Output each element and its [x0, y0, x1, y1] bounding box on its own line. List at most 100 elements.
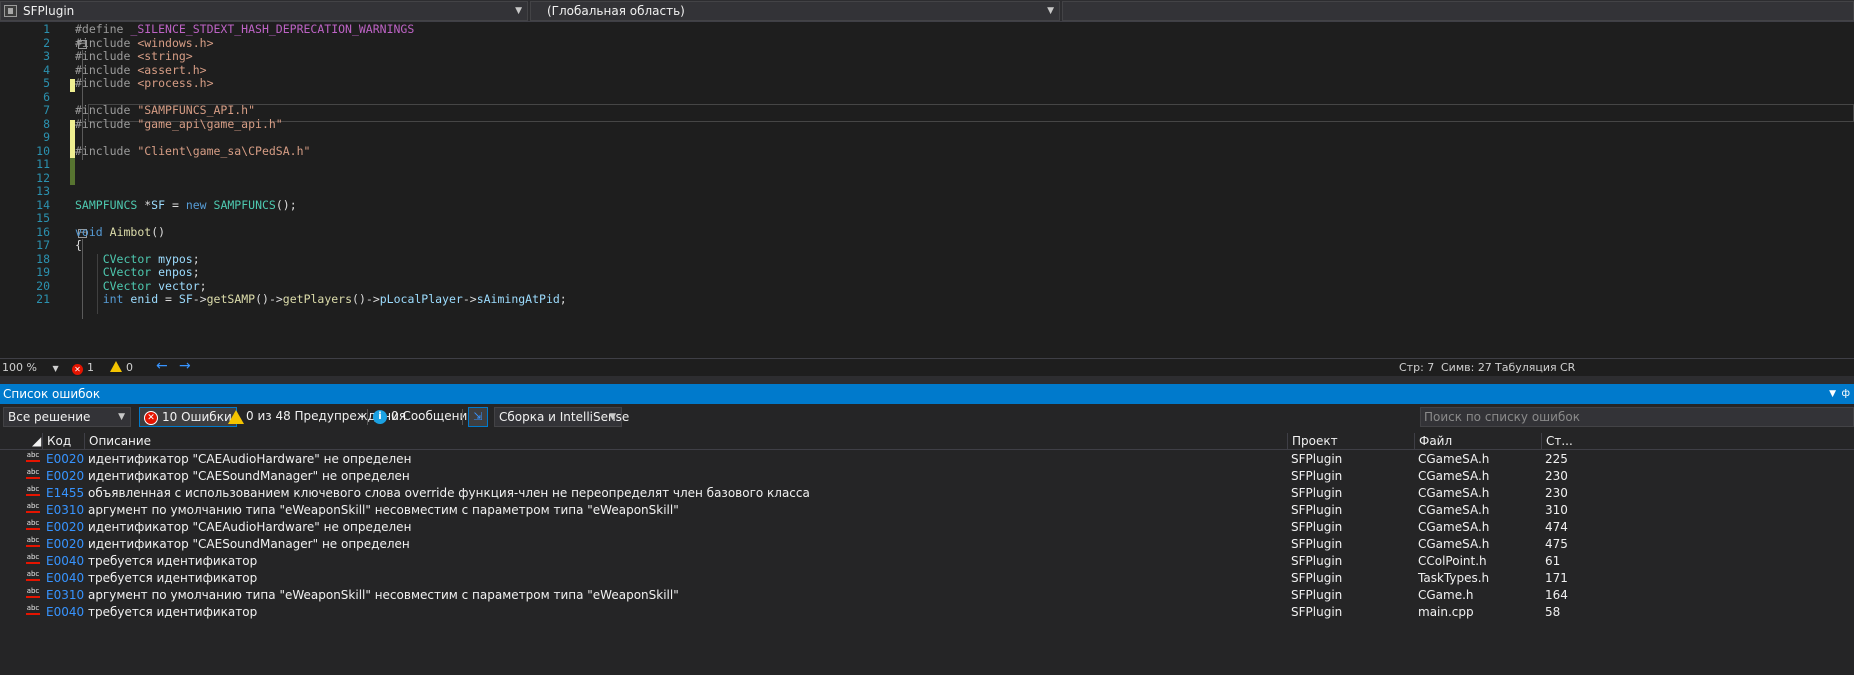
error-project: SFPlugin — [1291, 605, 1343, 619]
table-row[interactable]: abc E0040 требуется идентификатор SFPlugin m… — [0, 604, 1854, 621]
code-line[interactable]: SAMPFUNCS *SF = new SAMPFUNCS(); — [75, 197, 297, 213]
code-line[interactable]: int enid = SF->getSAMP()->getPlayers()->… — [75, 291, 567, 307]
error-code-link[interactable]: E0020 — [42, 468, 84, 485]
error-list-table: ◢ Код Описание Проект Файл Ст... abc E002… — [0, 430, 1854, 675]
scope-filter-dropdown[interactable]: Все решение ▼ — [3, 407, 131, 427]
error-line: 230 — [1545, 469, 1568, 483]
scope-dropdown[interactable]: (Глобальная область) ▼ — [530, 1, 1060, 21]
error-line: 475 — [1545, 537, 1568, 551]
table-row[interactable]: abc E1455 объявленная с использованием клю… — [0, 485, 1854, 502]
errors-filter-button[interactable]: ✕ 10 Ошибки — [139, 407, 237, 427]
navigate-forward-icon[interactable]: → — [179, 358, 191, 375]
error-code-link[interactable]: E0020 — [42, 451, 84, 468]
error-line: 310 — [1545, 503, 1568, 517]
error-line: 164 — [1545, 588, 1568, 602]
table-row[interactable]: abc E0310 аргумент по умолчанию типа "eWea… — [0, 502, 1854, 519]
error-file: CColPoint.h — [1418, 554, 1487, 568]
pin-icon[interactable]: ф — [1841, 384, 1850, 404]
warning-icon — [228, 410, 244, 424]
member-dropdown[interactable] — [1062, 1, 1854, 21]
column-header-line[interactable]: Ст... — [1541, 433, 1854, 450]
cursor-column: Симв: 27 — [1441, 361, 1492, 374]
error-description: идентификатор "CAEAudioHardware" не опре… — [88, 452, 412, 466]
current-line-highlight — [88, 104, 1854, 122]
table-row[interactable]: abc E0020 идентификатор "CAEAudioHardware"… — [0, 451, 1854, 468]
error-code-link[interactable]: E0310 — [42, 587, 84, 604]
error-description: требуется идентификатор — [88, 571, 258, 585]
chevron-down-icon[interactable]: ▼ — [1829, 384, 1836, 404]
table-row[interactable]: abc E0020 идентификатор "CAESoundManager" … — [0, 536, 1854, 553]
error-code-link[interactable]: E1455 — [42, 485, 84, 502]
error-project: SFPlugin — [1291, 537, 1343, 551]
error-file: CGame.h — [1418, 588, 1474, 602]
error-project: SFPlugin — [1291, 520, 1343, 534]
line-ending[interactable]: CR — [1560, 359, 1575, 376]
column-header-project[interactable]: Проект — [1287, 433, 1414, 450]
project-name: SFPlugin — [23, 4, 75, 18]
code-line[interactable]: void Aimbot() — [75, 224, 165, 240]
error-list-toolbar: Все решение ▼ ✕ 10 Ошибки 0 из 48 Предуп… — [0, 404, 1854, 430]
info-icon: i — [373, 410, 387, 424]
intellisense-error-icon: abc — [26, 468, 40, 479]
error-project: SFPlugin — [1291, 571, 1343, 585]
navigate-back-icon[interactable]: ← — [156, 358, 168, 375]
toolbar-separator — [367, 409, 368, 425]
warning-count[interactable]: 0 — [110, 359, 133, 376]
navigation-bar: SFPlugin ▼ (Глобальная область) ▼ — [0, 0, 1854, 22]
error-code-link[interactable]: E0020 — [42, 536, 84, 553]
error-code-link[interactable]: E0040 — [42, 570, 84, 587]
zoom-level[interactable]: 100 % ▼ — [2, 359, 59, 377]
code-line[interactable]: #include "Client\game_sa\CPedSA.h" — [75, 143, 310, 159]
table-row[interactable]: abc E0040 требуется идентификатор SFPlugin T… — [0, 570, 1854, 587]
error-list-search-input[interactable]: Поиск по списку ошибок — [1420, 407, 1854, 427]
error-code-link[interactable]: E0040 — [42, 553, 84, 570]
sort-corner-icon[interactable]: ◢ — [28, 433, 42, 450]
line-number: 21 — [36, 292, 50, 306]
intellisense-error-icon: abc — [26, 604, 40, 615]
error-line: 61 — [1545, 554, 1561, 568]
table-row[interactable]: abc E0020 идентификатор "CAEAudioHardware"… — [0, 519, 1854, 536]
panel-splitter[interactable] — [0, 376, 1854, 384]
intellisense-error-icon: abc — [26, 587, 40, 598]
error-file: CGameSA.h — [1418, 452, 1490, 466]
code-line[interactable]: #include "game_api\game_api.h" — [75, 116, 283, 132]
build-filter-dropdown[interactable]: Сборка и IntelliSense ▼ — [494, 407, 629, 427]
error-file: CGameSA.h — [1418, 537, 1490, 551]
column-header-file[interactable]: Файл — [1414, 433, 1541, 450]
filter-icon[interactable]: ⇲ — [468, 407, 488, 427]
code-editor[interactable]: − −1 #define _SILENCE_STDEXT_HASH_DEPRECAT… — [0, 22, 1854, 358]
chevron-down-icon: ▼ — [515, 6, 522, 16]
error-description: идентификатор "CAESoundManager" не опред… — [88, 469, 410, 483]
project-dropdown[interactable]: SFPlugin ▼ — [0, 1, 528, 21]
intellisense-error-icon: abc — [26, 570, 40, 581]
toolbar-separator — [462, 409, 463, 425]
error-file: main.cpp — [1418, 605, 1474, 619]
error-description: аргумент по умолчанию типа "eWeaponSkill… — [88, 503, 679, 517]
column-header-code[interactable]: Код — [42, 433, 84, 450]
error-line: 225 — [1545, 452, 1568, 466]
error-description: требуется идентификатор — [88, 554, 258, 568]
table-row[interactable]: abc E0310 аргумент по умолчанию типа "eWea… — [0, 587, 1854, 604]
error-file: CGameSA.h — [1418, 520, 1490, 534]
error-line: 474 — [1545, 520, 1568, 534]
code-line[interactable]: #include <process.h> — [75, 75, 214, 91]
intellisense-error-icon: abc — [26, 519, 40, 530]
intellisense-error-icon: abc — [26, 451, 40, 462]
error-code-link[interactable]: E0310 — [42, 502, 84, 519]
table-row[interactable]: abc E0040 требуется идентификатор SFPlugin C… — [0, 553, 1854, 570]
error-project: SFPlugin — [1291, 554, 1343, 568]
editor-status-bar: 100 % ▼ ✕ 1 0 ← → Стр: 7 Симв: 27 Табуляц… — [0, 358, 1854, 376]
indent-mode[interactable]: Табуляция — [1495, 359, 1557, 376]
table-row[interactable]: abc E0020 идентификатор "CAESoundManager" … — [0, 468, 1854, 485]
error-project: SFPlugin — [1291, 486, 1343, 500]
error-line: 230 — [1545, 486, 1568, 500]
error-count[interactable]: ✕ 1 — [72, 359, 94, 376]
messages-filter-button[interactable]: i 0 Сообщения — [369, 407, 474, 427]
error-code-link[interactable]: E0020 — [42, 519, 84, 536]
project-icon — [4, 5, 17, 17]
intellisense-error-icon: abc — [26, 536, 40, 547]
error-icon: ✕ — [144, 411, 158, 425]
cursor-line: Стр: 7 — [1399, 361, 1435, 374]
column-header-description[interactable]: Описание — [84, 433, 1287, 450]
error-code-link[interactable]: E0040 — [42, 604, 84, 621]
